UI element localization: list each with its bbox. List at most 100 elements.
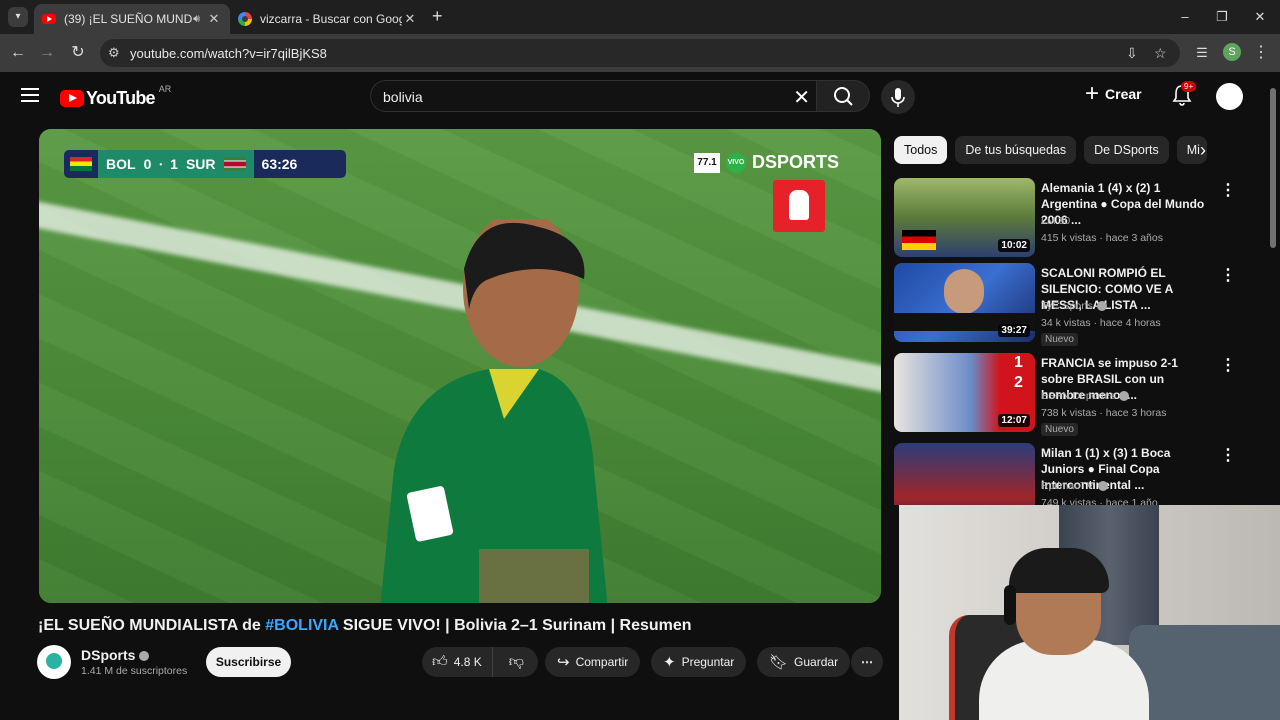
share-label: Compartir <box>575 655 629 669</box>
create-button[interactable]: + Crear <box>1085 80 1142 107</box>
rec-channel-text[interactable]: ESPN Deportes <box>1041 390 1115 402</box>
youtube-header: YouTube AR bolivia ✕ + Crear 9+ <box>0 72 1280 120</box>
video-player[interactable]: BOL 0 • 1 SUR 63:26 77.1 VIVO DSPORTS <box>39 129 881 603</box>
bookmark-icon: 🔖︎ <box>769 654 789 671</box>
subscribe-button[interactable]: Suscribirse <box>206 647 291 677</box>
search-value[interactable]: bolivia <box>383 89 423 105</box>
omnibox[interactable]: ⚙︎ youtube.com/watch?v=ir7qilBjKS8 ⇩ ☆ <box>100 39 1180 67</box>
account-avatar[interactable] <box>1216 83 1243 110</box>
url-text[interactable]: youtube.com/watch?v=ir7qilBjKS8 <box>130 46 327 61</box>
subscriber-count: 1.41 M de suscriptores <box>81 665 188 677</box>
site-info-icon[interactable]: ⚙︎ <box>108 45 120 61</box>
close-tab-icon[interactable]: ✕ <box>206 11 222 27</box>
chip-todos[interactable]: Todos <box>894 136 948 164</box>
more-vert-icon[interactable]: ⋮ <box>1220 265 1236 285</box>
voice-search-button[interactable] <box>881 80 915 114</box>
chip-dsports[interactable]: De DSports <box>1084 136 1169 164</box>
bookmark-star-icon[interactable]: ☆ <box>1154 45 1167 62</box>
maximize-icon[interactable]: ❐ <box>1207 6 1237 28</box>
home-score: 0 <box>143 156 152 172</box>
bed <box>1129 625 1280 720</box>
recommendation-item[interactable]: Milan 1 (1) x (3) 1 Boca Juniors ● Final… <box>894 443 1254 505</box>
cap <box>1009 548 1109 593</box>
tab-google[interactable]: vizcarra - Buscar con Google ✕ <box>230 4 426 34</box>
video-duration: 10:02 <box>998 239 1030 252</box>
close-window-icon[interactable]: ✕ <box>1245 6 1275 28</box>
recommendation-item[interactable]: 12 12:07 FRANCIA se impuso 2-1 sobre BRA… <box>894 353 1254 436</box>
more-actions-button[interactable]: ⋯ <box>851 647 883 677</box>
channel-avatar[interactable] <box>37 645 71 679</box>
ask-button[interactable]: ✦ Preguntar <box>651 647 747 677</box>
region-code: AR <box>158 83 172 94</box>
share-icon: ↪ <box>557 654 570 671</box>
notifications-button[interactable]: 9+ <box>1172 81 1197 111</box>
tab-title: vizcarra - Buscar con Google <box>260 12 402 26</box>
video-thumbnail[interactable] <box>894 443 1035 505</box>
channel-name[interactable]: DSports <box>81 647 150 663</box>
video-thumbnail[interactable]: 12 12:07 <box>894 353 1035 432</box>
share-button[interactable]: ↪ Compartir <box>545 647 641 677</box>
speaker-icon[interactable]: 🔊︎ <box>193 13 200 26</box>
more-vert-icon[interactable]: ⋮ <box>1220 445 1236 465</box>
dislike-button[interactable]: 👎︎ <box>499 653 534 671</box>
webcam-overlay <box>899 505 1280 720</box>
recommendation-item[interactable]: 10:02 Alemania 1 (4) x (2) 1 Argentina ●… <box>894 178 1254 258</box>
live-badge: VIVO <box>726 152 746 173</box>
video-title-part2: SIGUE VIVO! | Bolivia 2–1 Surinam | Resu… <box>338 617 692 634</box>
youtube-logo[interactable]: YouTube AR <box>60 84 171 109</box>
install-app-icon[interactable]: ⇩ <box>1126 45 1138 62</box>
reload-icon[interactable]: ↻ <box>67 42 89 64</box>
menu-icon[interactable] <box>21 88 39 102</box>
channel-name-text[interactable]: DSports <box>81 647 135 663</box>
video-title-part1: ¡EL SUEÑO MUNDIALISTA de <box>38 617 266 634</box>
verified-icon <box>139 651 150 662</box>
like-count: 4.8 K <box>453 655 482 669</box>
video-thumbnail[interactable]: 39:27 <box>894 263 1035 342</box>
new-tab-icon[interactable]: + <box>432 6 443 27</box>
rec-channel-text[interactable]: TyC Sports <box>1041 300 1093 312</box>
minimize-icon[interactable]: – <box>1170 6 1200 28</box>
rec-channel[interactable]: RptimaoTV <box>1041 480 1108 492</box>
home-team: BOL <box>106 156 136 172</box>
profile-avatar[interactable]: S <box>1223 43 1241 61</box>
more-vert-icon[interactable]: ⋮ <box>1220 355 1236 375</box>
plus-icon: + <box>1085 80 1100 107</box>
more-menu-icon[interactable]: ⋮ <box>1250 42 1272 64</box>
thumbnail-person <box>944 269 984 314</box>
thumbnail-score: 12 <box>1002 353 1035 401</box>
tab-youtube[interactable]: (39) ¡EL SUEÑO MUNDIALIS 🔊︎ ✕ <box>34 4 230 34</box>
rec-meta: 415 k vistas · hace 3 años <box>1041 232 1163 244</box>
clear-search-icon[interactable]: ✕ <box>793 85 810 110</box>
rec-channel[interactable]: LM 30 <box>1041 215 1070 227</box>
tab-search-list-icon[interactable]: ☰ <box>1191 42 1213 64</box>
video-duration: 12:07 <box>998 414 1030 427</box>
hashtag-link[interactable]: #BOLIVIA <box>265 617 338 634</box>
save-button[interactable]: 🔖︎ Guardar <box>757 647 851 677</box>
recommendation-item[interactable]: 39:27 SCALONI ROMPIÓ EL SILENCIO: COMO V… <box>894 263 1254 346</box>
back-icon[interactable]: ← <box>7 42 29 64</box>
more-horizontal-icon: ⋯ <box>861 655 873 669</box>
broadcaster-logo: 77.1 VIVO DSPORTS <box>694 152 839 173</box>
search-input[interactable]: bolivia ✕ <box>370 80 816 112</box>
close-tab-icon[interactable]: ✕ <box>402 11 418 27</box>
channel-number-badge: 77.1 <box>694 152 720 173</box>
match-clock: 63:26 <box>261 156 298 172</box>
create-label: Crear <box>1105 86 1142 102</box>
search-button[interactable] <box>816 80 870 112</box>
rec-meta: 749 k vistas · hace 1 año <box>1041 497 1158 505</box>
page-scrollbar[interactable] <box>1270 88 1276 248</box>
chevron-right-icon[interactable]: › <box>1200 140 1206 161</box>
video-thumbnail[interactable]: 10:02 <box>894 178 1035 257</box>
search-icon <box>834 87 853 106</box>
rec-channel-text[interactable]: RptimaoTV <box>1041 480 1094 492</box>
tab-search-icon[interactable]: ▾ <box>8 7 28 27</box>
forward-icon[interactable]: → <box>36 42 58 64</box>
chip-searches[interactable]: De tus búsquedas <box>955 136 1077 164</box>
rec-channel[interactable]: TyC Sports <box>1041 300 1107 312</box>
more-vert-icon[interactable]: ⋮ <box>1220 180 1236 200</box>
rec-meta: 34 k vistas · hace 4 horas <box>1041 317 1161 329</box>
like-button[interactable]: 👍︎ 4.8 K <box>422 647 493 677</box>
bolivia-flag-icon <box>70 157 92 171</box>
rec-channel[interactable]: ESPN Deportes <box>1041 390 1130 402</box>
scoreboard: BOL 0 • 1 SUR 63:26 <box>64 150 346 178</box>
